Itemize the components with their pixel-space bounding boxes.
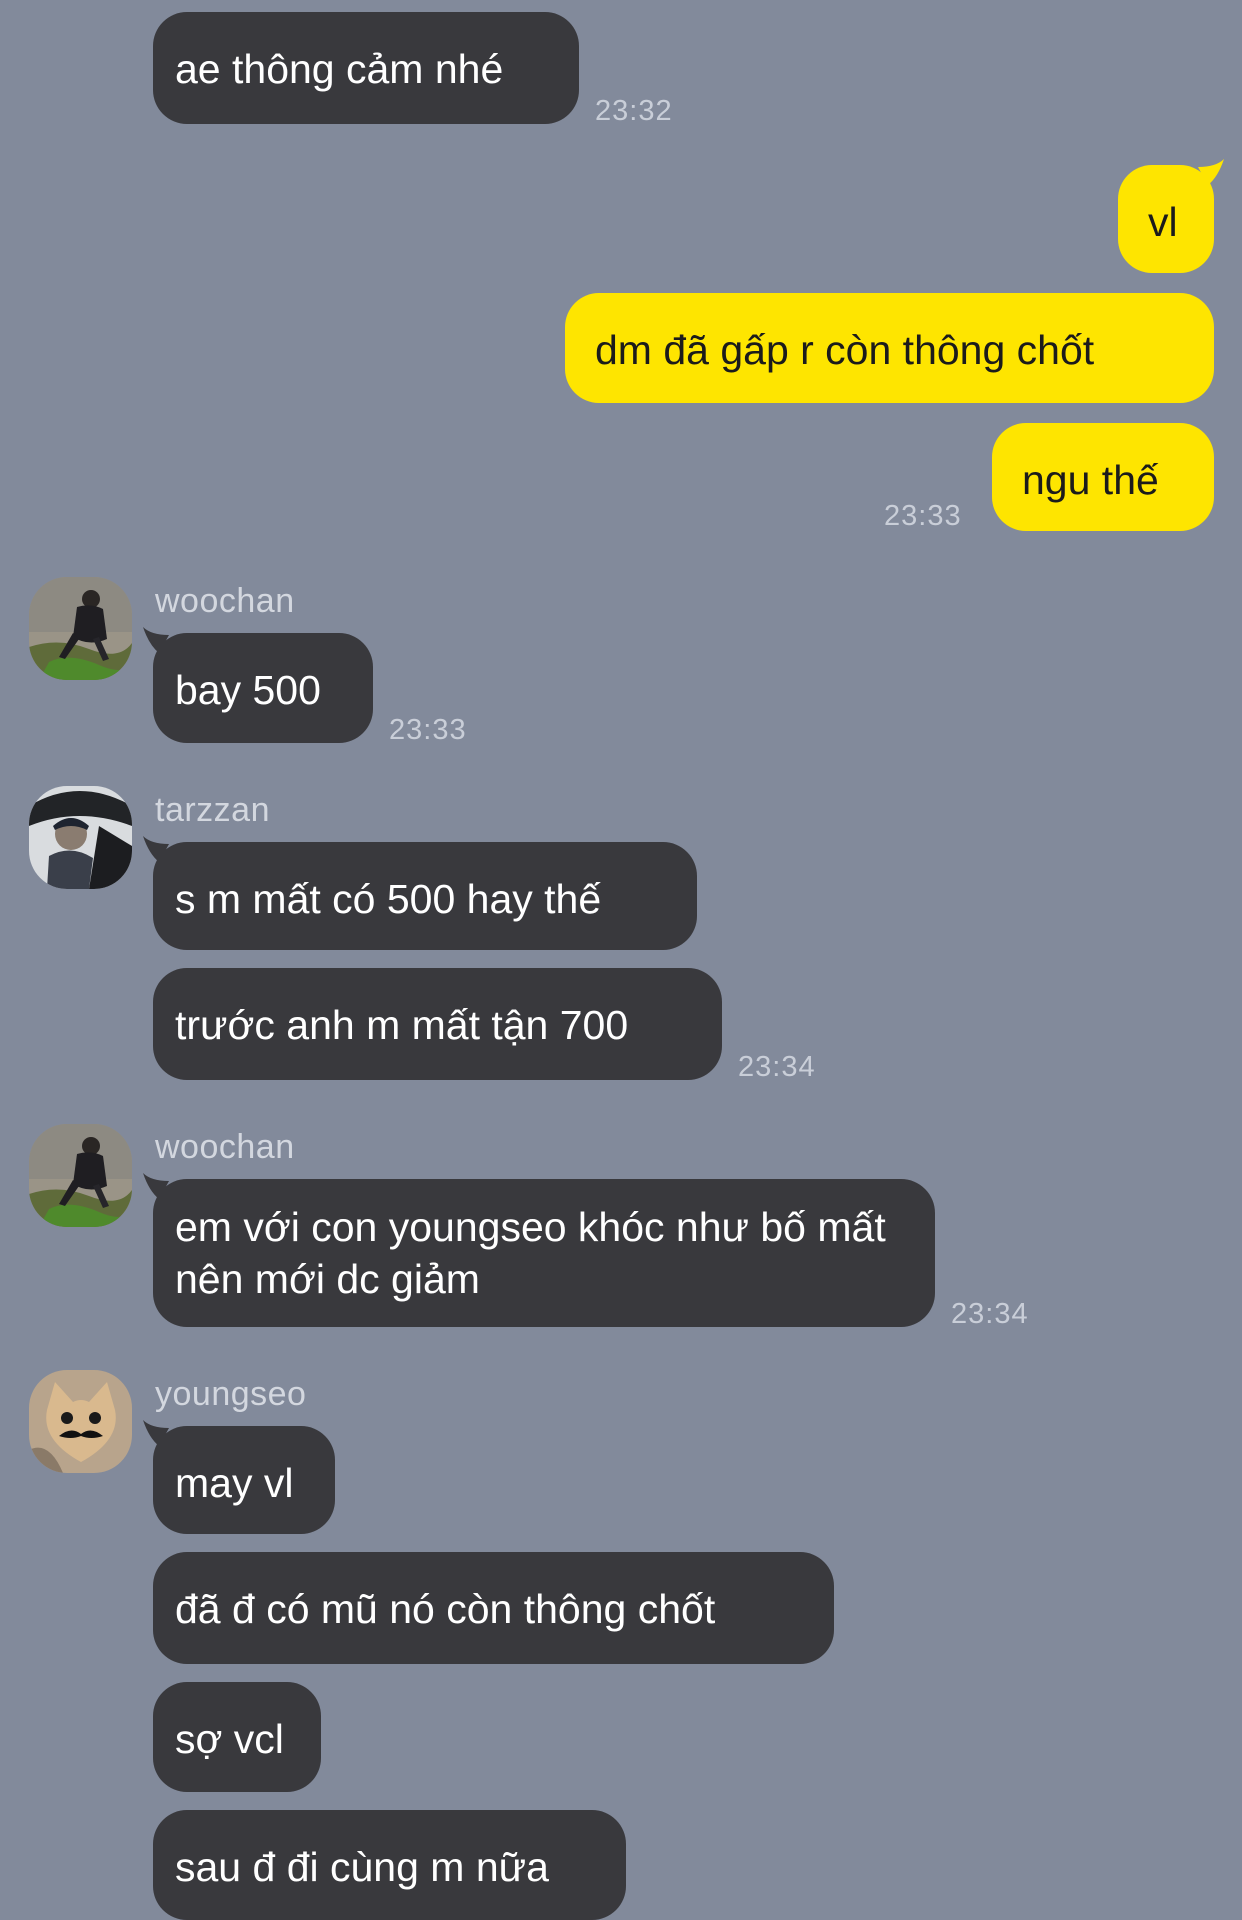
message-bubble[interactable]: ae thông cảm nhé (153, 12, 579, 124)
cat-mustache-avatar-icon (29, 1370, 132, 1473)
message-bubble[interactable]: s m mất có 500 hay thế (143, 836, 697, 950)
avatar-woochan[interactable] (29, 1124, 132, 1227)
message-bubble[interactable]: sau đ đi cùng m nữa (153, 1810, 626, 1920)
bubble-tail-icon (143, 1173, 169, 1199)
message-text: em với con youngseo khóc như bố mất nên … (175, 1204, 886, 1302)
bubble-tail-icon (143, 836, 169, 862)
avatar-youngseo[interactable] (29, 1370, 132, 1473)
message-text: vl (1148, 199, 1178, 245)
message-bubble[interactable]: may vl (143, 1420, 335, 1534)
message-bubble-outgoing[interactable]: dm đã gấp r còn thông chốt (565, 293, 1214, 403)
message-bubble-outgoing[interactable]: vl (1118, 159, 1224, 273)
bubble-tail-icon (1198, 159, 1224, 185)
sender-name: woochan (155, 1128, 295, 1166)
message-text: s m mất có 500 hay thế (175, 876, 602, 922)
person-photo-avatar-icon (29, 1124, 132, 1227)
message-bubble[interactable]: trước anh m mất tận 700 (153, 968, 722, 1080)
message-timestamp: 23:33 (389, 714, 467, 746)
bubble-tail-icon (143, 627, 169, 653)
message-timestamp: 23:34 (738, 1051, 816, 1083)
message-bubble[interactable]: đã đ có mũ nó còn thông chốt (153, 1552, 834, 1664)
avatar-woochan[interactable] (29, 577, 132, 680)
message-bubble-outgoing[interactable]: ngu thế (992, 423, 1214, 531)
person-photo-avatar-icon (29, 577, 132, 680)
message-bubble[interactable]: em với con youngseo khóc như bố mất nên … (143, 1173, 935, 1327)
message-text: may vl (175, 1460, 294, 1506)
message-text: bay 500 (175, 667, 321, 713)
message-timestamp: 23:33 (884, 500, 962, 532)
bubble-tail-icon (143, 1420, 169, 1446)
person-photo-avatar-icon (29, 786, 132, 889)
message-bubble[interactable]: sợ vcl (153, 1682, 321, 1792)
sender-name: youngseo (155, 1375, 307, 1413)
message-bubble[interactable]: bay 500 (143, 627, 373, 743)
message-timestamp: 23:32 (595, 95, 673, 127)
sender-name: woochan (155, 582, 295, 620)
avatar-tarzzan[interactable] (29, 786, 132, 889)
sender-name: tarzzan (155, 791, 270, 829)
message-timestamp: 23:34 (951, 1298, 1029, 1330)
